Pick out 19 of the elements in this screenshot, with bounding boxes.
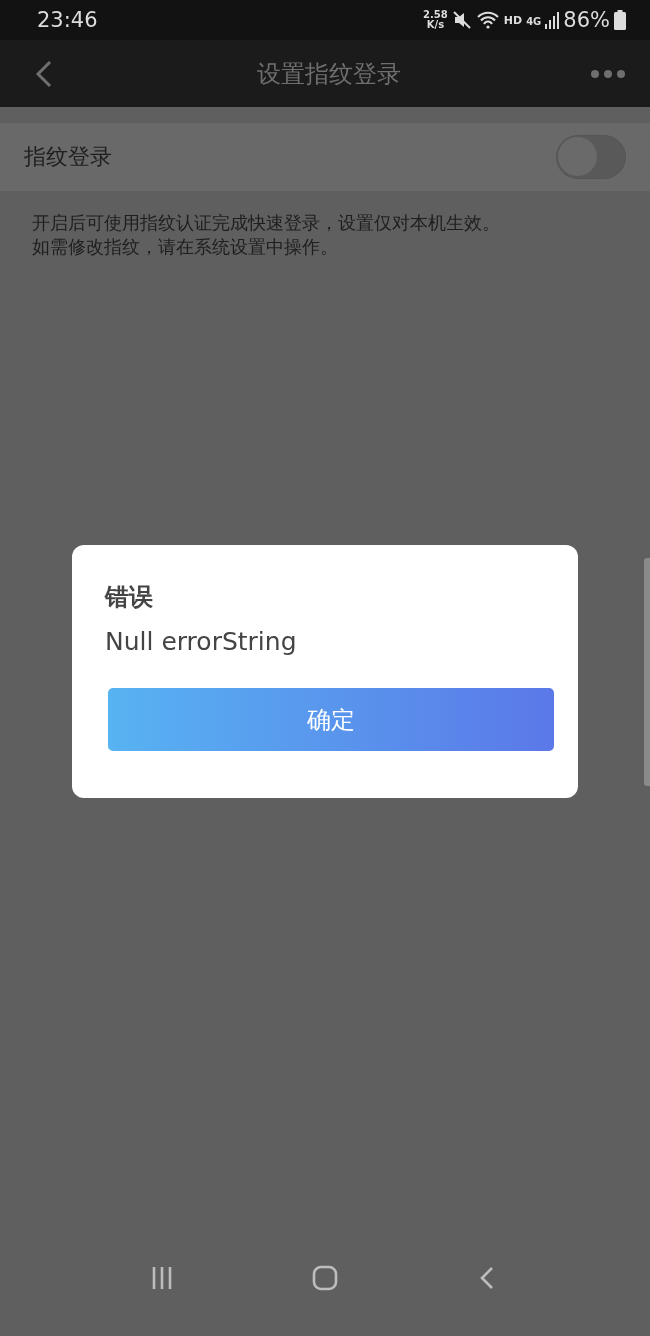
confirm-button[interactable]: 确定 bbox=[108, 688, 554, 751]
page-title: 设置指纹登录 bbox=[257, 58, 401, 90]
signal-icon bbox=[545, 11, 560, 29]
hd-text: HD bbox=[503, 13, 523, 27]
dialog-message: Null errorString bbox=[105, 627, 297, 656]
dialog-title: 错误 bbox=[105, 582, 153, 613]
network-speed-text: 2.58 K/s bbox=[423, 10, 448, 30]
battery-percent-text: 86% bbox=[563, 8, 610, 32]
home-icon[interactable] bbox=[312, 1265, 338, 1291]
description-text: 如需修改指纹，请在系统设置中操作。 bbox=[32, 235, 339, 259]
clock-text: 23:46 bbox=[37, 8, 98, 32]
description-text: 开启后可使用指纹认证完成快速登录，设置仅对本机生效。 bbox=[32, 211, 501, 235]
mute-icon bbox=[451, 10, 472, 30]
setting-label: 指纹登录 bbox=[24, 143, 112, 171]
network-type-text: 4G bbox=[526, 16, 542, 27]
wifi-icon bbox=[475, 10, 500, 30]
edge-panel-handle[interactable] bbox=[644, 558, 650, 786]
battery-icon bbox=[614, 10, 626, 30]
more-icon[interactable] bbox=[590, 68, 626, 79]
